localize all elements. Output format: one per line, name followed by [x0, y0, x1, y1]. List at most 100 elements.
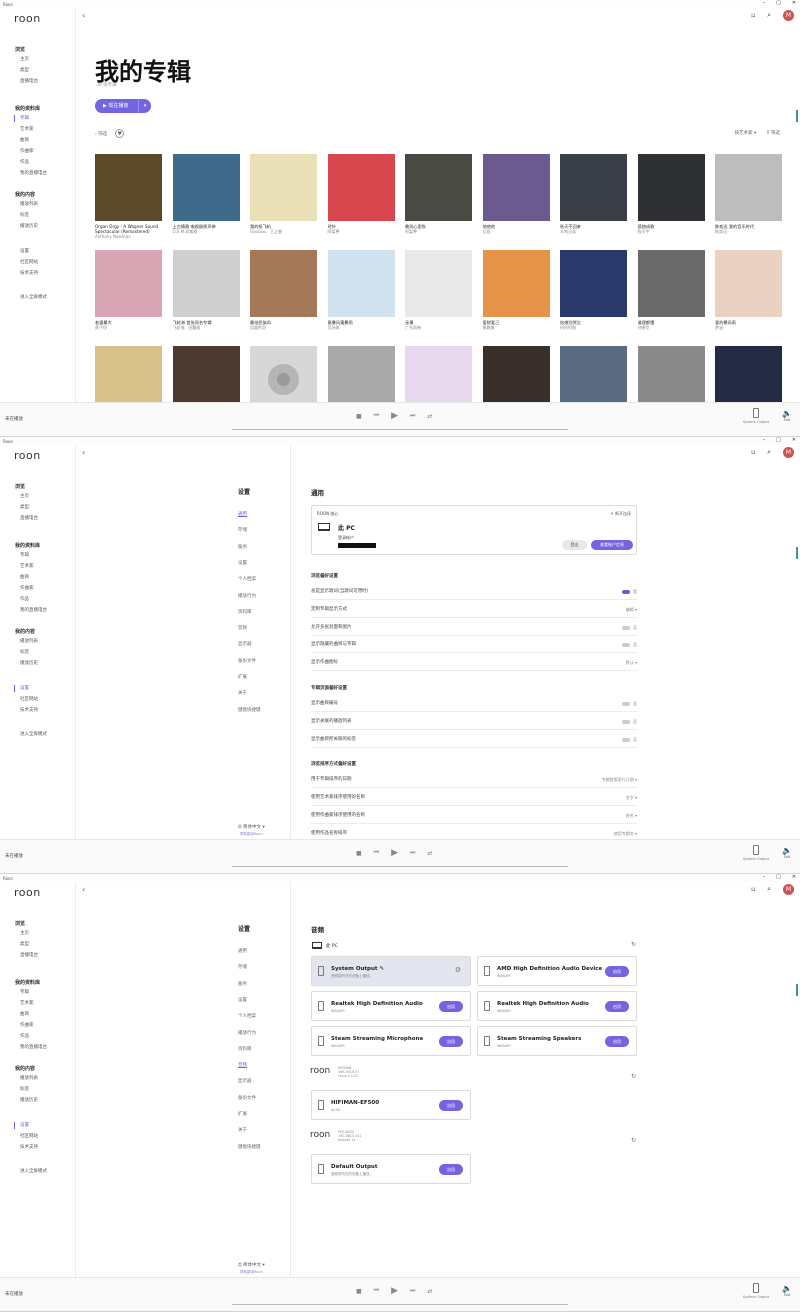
enable-button[interactable]: 启用	[439, 1100, 463, 1111]
sidebar-item[interactable]: 播放历史	[0, 221, 76, 232]
sidebar-item[interactable]: 作品	[0, 594, 76, 605]
album-cover[interactable]	[560, 154, 627, 221]
avatar[interactable]: M	[783, 10, 794, 21]
filter-button[interactable]: ⊽ 筛选	[766, 130, 780, 136]
settings-nav-item[interactable]: 扩展	[238, 674, 247, 680]
settings-nav-item[interactable]: 服务	[238, 544, 247, 550]
album-artist[interactable]: GooGoo、王之睿	[250, 229, 317, 234]
shuffle-icon[interactable]: ⇄	[427, 850, 432, 857]
album-card[interactable]: 陈奕迅 我的音乐时代 陈奕迅	[715, 154, 782, 234]
album-artist[interactable]: 凤凰传奇	[250, 325, 317, 330]
settings-nav-item[interactable]: 存储	[238, 527, 247, 533]
album-artist[interactable]: 刘德华	[638, 325, 705, 330]
play-icon[interactable]: ▶	[391, 411, 398, 421]
settings-row[interactable]: 允许多张封面和图片 否	[311, 619, 637, 636]
sidebar-item[interactable]: 播放历史	[0, 658, 76, 669]
device-card[interactable]: Steam Streaming Speakers WASAPI 启用	[477, 1026, 637, 1056]
album-cover[interactable]	[637, 250, 705, 317]
shuffle-icon[interactable]: ⇄	[427, 1288, 432, 1295]
settings-row-value[interactable]: 否	[622, 619, 637, 636]
device-card[interactable]: Steam Streaming Microphone WASAPI 启用	[311, 1026, 471, 1056]
previous-icon[interactable]: ⏮	[374, 849, 379, 857]
close-button[interactable]: ✕	[792, 437, 796, 443]
settings-nav-item[interactable]: 键盘快捷键	[238, 707, 261, 713]
close-button[interactable]: ✕	[792, 874, 796, 880]
album-artist[interactable]: 黄静美	[483, 325, 550, 330]
album-card[interactable]: 无惧 广东雨神	[405, 250, 472, 330]
settings-row-value[interactable]: 名字 ▾	[626, 789, 637, 806]
sidebar-item[interactable]: 社区网站	[0, 694, 76, 705]
album-artist[interactable]: G.E.M.邓紫棋	[173, 229, 240, 234]
album-cover[interactable]	[637, 154, 705, 221]
progress-bar[interactable]	[232, 866, 568, 867]
sidebar-item[interactable]: 类型	[0, 65, 76, 76]
sidebar-item[interactable]: 曲目	[0, 1009, 76, 1020]
logout-button[interactable]: 登出	[562, 540, 587, 550]
toggle-switch[interactable]	[622, 719, 630, 724]
toggle-switch[interactable]	[622, 590, 630, 594]
back-icon[interactable]: ‹	[82, 885, 85, 894]
sidebar-item[interactable]: 作品	[0, 1031, 76, 1042]
search-icon[interactable]: ⌕	[767, 448, 771, 457]
volume-control[interactable]: 🔈 Edit	[782, 409, 792, 422]
sidebar-item[interactable]: 作曲家	[0, 146, 76, 157]
play-now-button[interactable]: ▶ 现在播放 ▾	[95, 99, 151, 113]
device-card[interactable]: AMD High Definition Audio Device WASAPI 启用	[477, 956, 637, 986]
settings-nav-item[interactable]: 资料库	[238, 1046, 252, 1052]
close-button[interactable]: ✕	[792, 0, 796, 6]
sidebar-item[interactable]: 主页	[0, 54, 76, 65]
settings-nav-item[interactable]: 资料库	[238, 609, 252, 615]
scrollbar[interactable]	[796, 984, 798, 996]
volume-control[interactable]: 🔈 Edit	[782, 1284, 792, 1297]
help-translate-link[interactable]: 帮助翻译Roon	[240, 832, 263, 837]
album-artist[interactable]: 陈天宇	[638, 229, 705, 234]
sidebar-item[interactable]: 作曲家	[0, 1020, 76, 1031]
toggle-switch[interactable]	[622, 625, 630, 630]
settings-nav-item[interactable]: 存储	[238, 964, 247, 970]
heart-icon[interactable]: ♥	[115, 129, 125, 138]
sidebar-item[interactable]: 进入全屏模式	[0, 1166, 76, 1177]
play-icon[interactable]: ▶	[391, 848, 398, 858]
toggle-switch[interactable]	[622, 737, 630, 742]
settings-row[interactable]: 显示作曲图标 默认 ▾	[311, 654, 637, 672]
enable-button[interactable]: 启用	[605, 1001, 629, 1012]
album-card[interactable]: 意暴风蓬暴雨 范玮琪	[327, 250, 395, 330]
help-translate-link[interactable]: 帮助翻译Roon	[240, 1270, 263, 1275]
settings-row-value[interactable]: 专辑首版发行日期 ▾	[602, 771, 637, 788]
album-cover[interactable]	[250, 250, 317, 317]
settings-nav-item[interactable]: 显示器	[238, 641, 252, 647]
sidebar-item[interactable]: 技术支持	[0, 1142, 76, 1153]
sidebar-item[interactable]: 主页	[0, 928, 76, 939]
sidebar-item[interactable]: 播放列表	[0, 1073, 76, 1084]
sidebar-item[interactable]: 专辑	[0, 113, 76, 124]
album-card[interactable]: 道理都懂 刘德华	[637, 250, 705, 330]
sidebar-item[interactable]: 播放历史	[0, 1095, 76, 1106]
refresh-icon[interactable]: ↻	[631, 941, 636, 948]
bookmark-icon[interactable]: ⌑	[751, 12, 755, 20]
album-card[interactable]: 他他他 艾辰	[482, 154, 550, 234]
settings-row[interactable]: 定制专辑显示方式 编辑 ▾	[311, 601, 637, 618]
disconnect-link[interactable]: ✕ 断开连接	[610, 511, 631, 517]
sidebar-item[interactable]: 艺术家	[0, 561, 76, 572]
settings-nav-item[interactable]: 显示器	[238, 1078, 252, 1084]
settings-row[interactable]: 显示关联的播放列表 否	[311, 713, 637, 730]
sidebar-item[interactable]: 设置	[0, 1120, 76, 1131]
progress-bar[interactable]	[232, 1304, 568, 1305]
sidebar-item[interactable]: 类型	[0, 939, 76, 950]
settings-nav-item[interactable]: 备份文件	[238, 658, 256, 664]
sidebar-item[interactable]: 作曲家	[0, 583, 76, 594]
enable-button[interactable]: 启用	[439, 1001, 463, 1012]
sidebar-item[interactable]: 艺术家	[0, 998, 76, 1009]
minimize-button[interactable]: –	[763, 874, 766, 880]
album-artist[interactable]: 阿梨粤	[405, 229, 472, 234]
album-artist[interactable]: 范玮琪	[328, 325, 395, 330]
settings-nav-item[interactable]: 个人档案	[238, 576, 256, 582]
settings-nav-item[interactable]: 扩展	[238, 1111, 247, 1117]
settings-nav-item[interactable]: 音频	[238, 1062, 247, 1068]
progress-bar[interactable]	[232, 429, 568, 430]
output-zone[interactable]: System Output	[742, 845, 770, 861]
album-card[interactable]: 姑娘别哭泣 柯柯柯啊	[560, 250, 627, 330]
minimize-button[interactable]: –	[763, 0, 766, 6]
maximize-button[interactable]: □	[776, 0, 781, 6]
enable-button[interactable]: 启用	[605, 966, 629, 977]
